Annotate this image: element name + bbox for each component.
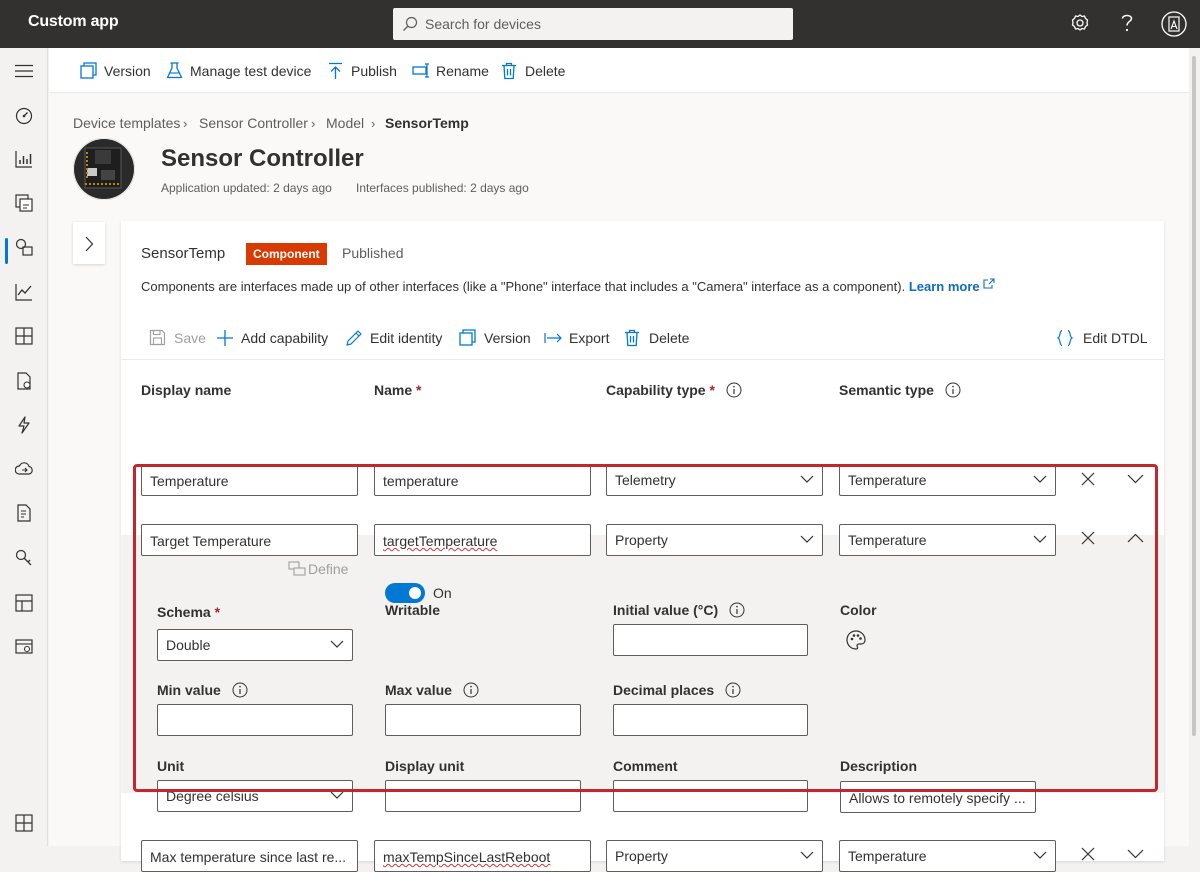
customization-icon[interactable] (15, 594, 33, 612)
name-input[interactable]: maxTempSinceLastReboot (374, 840, 591, 872)
divider (121, 359, 1164, 360)
account-icon[interactable] (1161, 10, 1187, 38)
gear-icon[interactable] (1070, 12, 1090, 34)
pencil-icon (346, 330, 362, 346)
column-header-display-name: Display name (141, 382, 232, 398)
capability-type-dropdown[interactable]: Property (606, 840, 823, 872)
expand-tree-button[interactable] (73, 222, 105, 264)
top-bar: Custom app Search for devices (0, 0, 1200, 48)
breadcrumb-current: SensorTemp (385, 115, 469, 131)
component-badge: Component (246, 243, 327, 265)
version-icon (80, 62, 97, 79)
interface-description: Components are interfaces made up of oth… (141, 278, 995, 294)
breadcrumb-sensor-controller[interactable]: Sensor Controller (199, 115, 308, 131)
search-box[interactable]: Search for devices (393, 8, 793, 40)
chevron-right-icon (85, 236, 94, 252)
rules-icon[interactable] (15, 416, 33, 434)
search-icon (403, 16, 418, 31)
display-name-input[interactable]: Max temperature since last re... (141, 840, 358, 872)
audit-logs-icon[interactable] (15, 504, 33, 522)
column-header-capability-type: Capability type * (606, 382, 742, 398)
dashboards-icon[interactable] (15, 327, 33, 345)
info-icon[interactable] (945, 382, 961, 398)
status-text: Published (342, 245, 404, 261)
trash-icon (502, 62, 516, 80)
interface-title: SensorTemp (141, 245, 226, 262)
search-input[interactable]: Search for devices (425, 16, 541, 32)
scrollbar-thumb[interactable] (1192, 56, 1196, 736)
semantic-type-dropdown[interactable]: Temperature (839, 840, 1056, 872)
chevron-right-icon: › (371, 116, 376, 131)
main-content: Version Manage test device Publish Renam… (49, 48, 1189, 872)
jobs-icon[interactable] (15, 372, 33, 390)
plus-icon (217, 330, 233, 346)
left-navigation (0, 48, 48, 846)
page-title: Sensor Controller (161, 145, 364, 172)
braces-icon (1056, 329, 1074, 347)
publish-icon (329, 62, 342, 79)
external-link-icon (983, 278, 995, 289)
permissions-icon[interactable] (15, 549, 33, 567)
breadcrumb-model[interactable]: Model (326, 115, 364, 131)
learn-more-link[interactable]: Learn more (909, 279, 980, 294)
application-settings-icon[interactable] (15, 638, 33, 656)
info-icon[interactable] (726, 382, 742, 398)
analytics-icon[interactable] (15, 150, 33, 168)
chevron-right-icon: › (183, 116, 188, 131)
close-icon[interactable] (1081, 847, 1095, 861)
trash-icon (625, 329, 639, 347)
export-icon (544, 333, 562, 343)
scrollbar[interactable] (1189, 48, 1200, 846)
interfaces-published-text: Interfaces published: 2 days ago (356, 181, 529, 195)
chevron-down-icon (800, 851, 814, 859)
dashboard-icon[interactable] (15, 107, 33, 125)
flask-icon (166, 62, 183, 79)
chevron-down-icon (1033, 851, 1047, 859)
version-icon (459, 329, 476, 346)
data-explorer-icon[interactable] (15, 283, 33, 301)
interface-card: SensorTemp Component Published Component… (121, 221, 1164, 872)
device-image (73, 138, 135, 200)
nav-active-indicator (5, 238, 8, 264)
device-templates-icon[interactable] (15, 194, 33, 212)
app-switcher-icon[interactable] (15, 814, 33, 832)
devices-icon[interactable] (15, 238, 33, 256)
data-export-icon[interactable] (15, 460, 33, 478)
column-header-semantic-type: Semantic type (839, 382, 961, 398)
help-icon[interactable] (1119, 12, 1135, 34)
chevron-down-icon[interactable] (1127, 849, 1144, 859)
command-bar: Version Manage test device Publish Renam… (49, 48, 1189, 93)
chevron-right-icon: › (311, 116, 316, 131)
highlight-annotation (133, 464, 1158, 792)
hamburger-icon[interactable] (15, 64, 33, 78)
rename-icon (412, 63, 429, 78)
save-icon (149, 329, 166, 346)
breadcrumb-device-templates[interactable]: Device templates (73, 115, 180, 131)
app-title[interactable]: Custom app (28, 13, 119, 31)
description-text: Components are interfaces made up of oth… (141, 279, 906, 294)
column-header-name: Name * (374, 382, 422, 398)
application-updated-text: Application updated: 2 days ago (161, 181, 332, 195)
